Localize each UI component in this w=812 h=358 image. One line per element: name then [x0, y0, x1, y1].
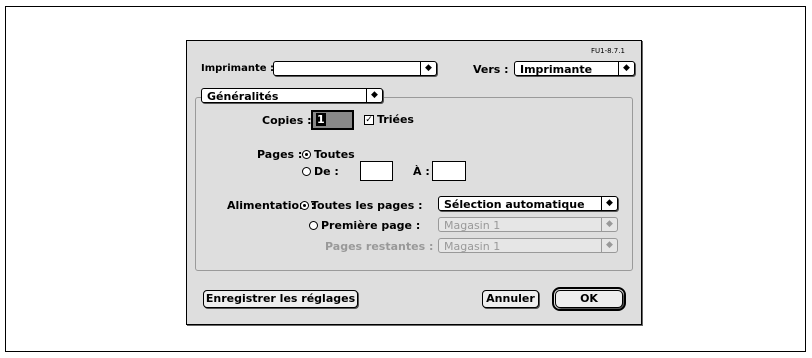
updown-arrows-icon: ◆ — [601, 197, 617, 210]
updown-arrows-icon: ◆ — [601, 239, 617, 252]
version-label: FU1-8.7.1 — [591, 47, 625, 55]
cancel-button[interactable]: Annuler — [482, 290, 539, 308]
copies-value: 1 — [316, 113, 326, 126]
collate-checkbox[interactable]: ✓ — [364, 115, 374, 125]
pages-to-label: À : — [413, 165, 430, 178]
updown-arrows-icon: ◆ — [420, 62, 436, 75]
print-dialog: FU1-8.7.1 Imprimante : ◆ Vers : Impriman… — [186, 40, 642, 325]
pages-from-input[interactable] — [360, 161, 393, 181]
destination-popup-value: Imprimante — [520, 63, 593, 76]
destination-label: Vers : — [473, 63, 509, 76]
remaining-pages-source-value: Magasin 1 — [444, 240, 501, 253]
pages-all-radio[interactable] — [302, 150, 311, 159]
pages-range-radio[interactable] — [302, 167, 311, 176]
ok-button[interactable]: OK — [552, 287, 626, 311]
pages-label: Pages : — [257, 148, 303, 161]
updown-arrows-icon: ◆ — [366, 89, 382, 102]
copies-input[interactable]: 1 — [311, 110, 354, 130]
first-page-label: Première page : — [321, 219, 421, 232]
section-popup-value: Généralités — [207, 90, 279, 103]
first-page-source-popup[interactable]: Magasin 1 ◆ — [438, 217, 618, 232]
pages-to-input[interactable] — [432, 161, 466, 181]
pages-all-label: Toutes — [314, 148, 355, 161]
all-pages-source-value: Sélection automatique — [444, 198, 585, 211]
copies-label: Copies : — [262, 114, 312, 127]
pages-from-label: De : — [314, 165, 339, 178]
printer-popup[interactable]: ◆ — [273, 61, 437, 76]
first-page-source-value: Magasin 1 — [444, 219, 501, 232]
first-page-radio[interactable] — [309, 221, 318, 230]
printer-label: Imprimante : — [201, 63, 274, 74]
remaining-pages-source-popup[interactable]: Magasin 1 ◆ — [438, 238, 618, 253]
section-popup[interactable]: Généralités ◆ — [201, 88, 383, 103]
all-pages-radio[interactable] — [300, 201, 309, 210]
remaining-pages-label: Pages restantes : — [325, 240, 434, 253]
updown-arrows-icon: ◆ — [618, 62, 634, 75]
updown-arrows-icon: ◆ — [601, 218, 617, 231]
save-settings-button[interactable]: Enregistrer les réglages — [203, 290, 358, 308]
all-pages-source-popup[interactable]: Sélection automatique ◆ — [438, 196, 618, 211]
collate-label: Triées — [377, 113, 414, 126]
all-pages-label: Toutes les pages : — [311, 199, 423, 212]
destination-popup[interactable]: Imprimante ◆ — [514, 61, 635, 76]
